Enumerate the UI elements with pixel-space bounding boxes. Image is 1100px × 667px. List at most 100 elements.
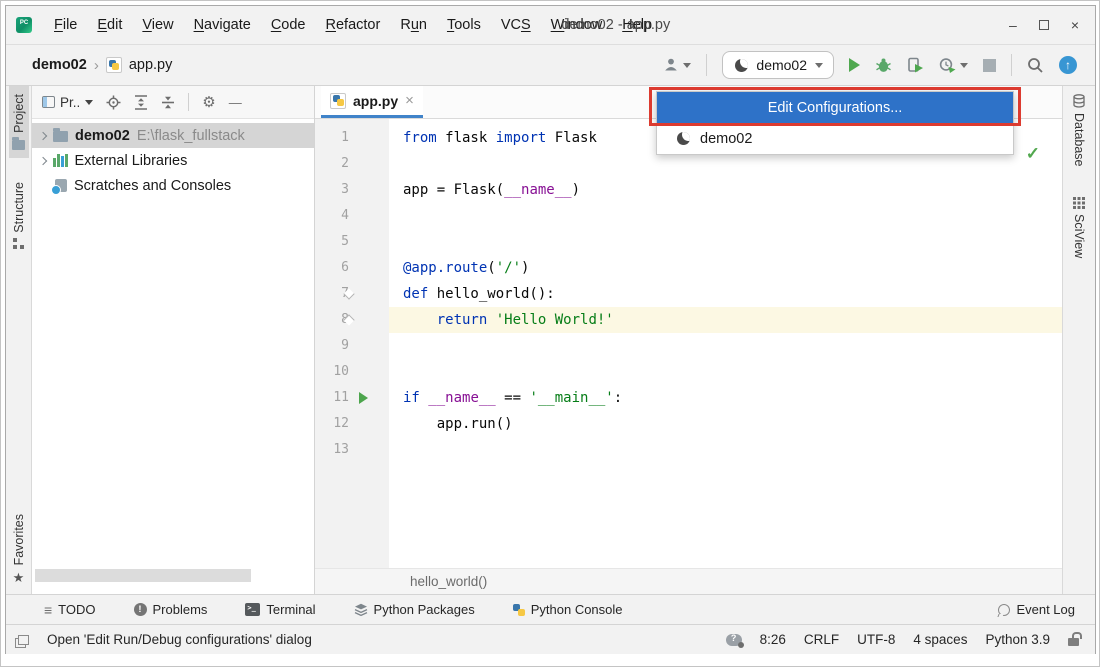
code-text [389,359,1062,385]
horizontal-scrollbar[interactable] [35,569,251,582]
menu-tools[interactable]: Tools [439,13,489,37]
interpreter-warning-icon[interactable] [726,634,742,646]
menu-item-demo02[interactable]: demo02 [657,123,1013,154]
code-with-me-button[interactable] [663,57,691,73]
minimize-icon[interactable]: – [1009,18,1017,32]
code-line[interactable]: 11if __name__ == '__main__': [315,385,1062,411]
collapse-all-icon[interactable] [161,95,175,110]
gutter-marker[interactable] [349,333,389,359]
code-line[interactable]: 8 return 'Hello World!' [315,307,1062,333]
breadcrumb-project[interactable]: demo02 [32,57,87,73]
line-separator[interactable]: CRLF [804,632,839,647]
tool-button-todo[interactable]: ≡ TODO [44,602,96,618]
menu-view[interactable]: View [134,13,181,37]
project-view-dropdown[interactable]: Pr.. [42,95,93,110]
profiler-button[interactable] [939,57,968,73]
gutter-marker[interactable] [349,437,389,463]
gutter-marker[interactable] [349,229,389,255]
code-line[interactable]: 6@app.route('/') [315,255,1062,281]
tool-button-problems[interactable]: Problems [134,602,208,617]
hide-panel-icon[interactable]: — [229,96,242,109]
code-line[interactable]: 12 app.run() [315,411,1062,437]
close-icon[interactable]: × [1071,18,1079,32]
file-encoding[interactable]: UTF-8 [857,632,895,647]
gutter-marker[interactable] [349,307,389,333]
code-editor[interactable]: 1from flask import Flask23app = Flask(__… [315,119,1062,568]
line-number[interactable]: 3 [315,177,349,203]
sidebar-item-project[interactable]: Project [9,86,29,158]
line-number[interactable]: 13 [315,437,349,463]
run-line-icon[interactable] [359,392,368,404]
tool-button-terminal[interactable]: Terminal [245,602,315,617]
menu-run[interactable]: Run [392,13,435,37]
line-number[interactable]: 1 [315,125,349,151]
tree-item-scratches[interactable]: Scratches and Consoles [32,173,314,198]
line-number[interactable]: 10 [315,359,349,385]
tree-item-path: E:\flask_fullstack [137,128,245,144]
close-tab-icon[interactable]: × [405,92,414,109]
code-line[interactable]: 7def hello_world(): [315,281,1062,307]
sidebar-item-sciview[interactable]: SciView [1069,189,1089,266]
breadcrumb-file[interactable]: app.py [129,57,173,73]
menu-item-edit-configurations[interactable]: Edit Configurations... [657,92,1013,123]
debug-button[interactable] [875,57,892,73]
update-available-icon[interactable]: ↑ [1059,56,1077,74]
tool-button-event-log[interactable]: Event Log [998,602,1075,617]
expand-all-icon[interactable] [134,95,148,110]
line-number[interactable]: 6 [315,255,349,281]
run-configuration-selector[interactable]: demo02 [722,51,834,79]
menu-navigate[interactable]: Navigate [186,13,259,37]
gutter-marker[interactable] [349,385,389,411]
unlock-icon[interactable] [1068,638,1079,646]
run-button[interactable] [849,58,860,72]
editor-breadcrumb-label[interactable]: hello_world() [410,574,487,589]
expand-chevron-icon[interactable] [39,131,47,139]
caret-position[interactable]: 8:26 [760,632,786,647]
tree-item-external-libraries[interactable]: External Libraries [32,148,314,173]
gutter-marker[interactable] [349,177,389,203]
tool-window-bar: ≡ TODO Problems Terminal Python Packages… [6,594,1095,624]
code-line[interactable]: 5 [315,229,1062,255]
run-config-moon-icon [677,132,690,145]
line-number[interactable]: 5 [315,229,349,255]
gutter-marker[interactable] [349,359,389,385]
line-number[interactable]: 2 [315,151,349,177]
settings-gear-icon[interactable]: ⚙ [202,95,215,110]
code-line[interactable]: 13 [315,437,1062,463]
line-number[interactable]: 9 [315,333,349,359]
sidebar-item-structure[interactable]: Structure [9,174,29,257]
gutter-marker[interactable] [349,281,389,307]
code-line[interactable]: 3app = Flask(__name__) [315,177,1062,203]
gutter-marker[interactable] [349,125,389,151]
tree-item-demo02[interactable]: demo02 E:\flask_fullstack [32,123,314,148]
stop-button[interactable] [983,59,996,72]
tool-button-python-console[interactable]: Python Console [513,602,623,617]
inspections-ok-icon[interactable]: ✓ [1026,144,1040,164]
gutter-marker[interactable] [349,203,389,229]
sidebar-item-favorites[interactable]: Favorites ★ [9,506,29,594]
line-number[interactable]: 4 [315,203,349,229]
line-number[interactable]: 11 [315,385,349,411]
gutter-marker[interactable] [349,151,389,177]
indent-setting[interactable]: 4 spaces [913,632,967,647]
tool-button-python-packages[interactable]: Python Packages [354,602,475,617]
menu-code[interactable]: Code [263,13,314,37]
expand-chevron-icon[interactable] [39,156,47,164]
python-interpreter[interactable]: Python 3.9 [985,632,1050,647]
code-line[interactable]: 9 [315,333,1062,359]
line-number[interactable]: 12 [315,411,349,437]
search-everywhere-button[interactable] [1027,57,1044,74]
menu-file[interactable]: File [46,13,85,37]
maximize-icon[interactable] [1039,20,1049,30]
locate-file-icon[interactable] [106,95,121,110]
menu-edit[interactable]: Edit [89,13,130,37]
menu-refactor[interactable]: Refactor [318,13,389,37]
menu-vcs[interactable]: VCS [493,13,539,37]
code-line[interactable]: 4 [315,203,1062,229]
tab-app-py[interactable]: app.py × [321,86,423,118]
run-with-coverage-button[interactable] [907,57,924,73]
code-line[interactable]: 10 [315,359,1062,385]
gutter-marker[interactable] [349,255,389,281]
gutter-marker[interactable] [349,411,389,437]
sidebar-item-database[interactable]: Database [1069,86,1089,175]
